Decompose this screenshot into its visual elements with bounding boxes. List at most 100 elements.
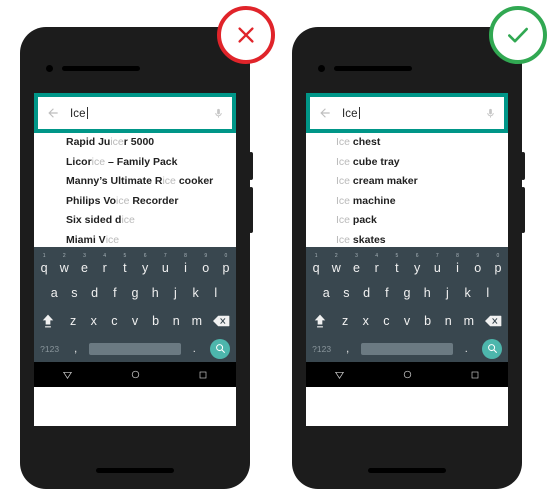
key-y[interactable]: 6y	[135, 253, 155, 275]
key-u[interactable]: 7u	[155, 253, 175, 275]
phone-side-button-volume[interactable]	[521, 152, 525, 180]
key-k[interactable]: k	[458, 286, 478, 300]
back-nav-icon[interactable]	[62, 369, 73, 380]
key-t[interactable]: 5t	[115, 253, 135, 275]
key-z[interactable]: z	[63, 314, 84, 328]
key-i[interactable]: 8i	[447, 253, 467, 275]
phone-side-button-volume[interactable]	[249, 152, 253, 180]
list-item[interactable]: Ice chest	[306, 133, 508, 153]
symbols-key[interactable]: ?123	[306, 344, 337, 354]
period-key[interactable]: .	[184, 343, 205, 355]
back-arrow-icon[interactable]	[318, 106, 332, 120]
list-item[interactable]: Ice machine	[306, 192, 508, 212]
list-item[interactable]: Six sided dice	[34, 211, 236, 231]
space-key[interactable]	[89, 342, 181, 355]
list-item[interactable]: Ice skates	[306, 231, 508, 248]
list-item[interactable]: Licorice – Family Pack	[34, 153, 236, 173]
search-action-key[interactable]	[477, 338, 508, 359]
key-o[interactable]: 9o	[196, 253, 216, 275]
space-key[interactable]	[361, 342, 453, 355]
key-o[interactable]: 9o	[468, 253, 488, 275]
key-s[interactable]: s	[336, 286, 356, 300]
list-item[interactable]: Philips Voice Recorder	[34, 192, 236, 212]
key-e[interactable]: 3e	[346, 253, 366, 275]
key-m[interactable]: m	[459, 314, 480, 328]
comma-key[interactable]: ,	[337, 343, 358, 355]
key-e[interactable]: 3e	[74, 253, 94, 275]
on-screen-keyboard[interactable]: 1q 2w 3e 4r 5t 6y 7u 8i 9o 0p a s d f g …	[306, 247, 508, 362]
comma-key[interactable]: ,	[65, 343, 86, 355]
key-k[interactable]: k	[186, 286, 206, 300]
period-key[interactable]: .	[456, 343, 477, 355]
key-q[interactable]: 1q	[306, 253, 326, 275]
earpiece-speaker	[334, 66, 412, 71]
key-g[interactable]: g	[397, 286, 417, 300]
list-item[interactable]: Ice cube tray	[306, 153, 508, 173]
key-w[interactable]: 2w	[326, 253, 346, 275]
backspace-key[interactable]	[479, 315, 508, 327]
shift-key[interactable]	[306, 313, 335, 329]
key-g[interactable]: g	[125, 286, 145, 300]
key-f[interactable]: f	[377, 286, 397, 300]
list-item[interactable]: Manny’s Ultimate Rice cooker	[34, 172, 236, 192]
key-a[interactable]: a	[316, 286, 336, 300]
key-d[interactable]: d	[357, 286, 377, 300]
microphone-icon[interactable]	[213, 106, 224, 121]
key-p[interactable]: 0p	[216, 253, 236, 275]
list-item[interactable]: Ice pack	[306, 211, 508, 231]
key-s[interactable]: s	[64, 286, 84, 300]
recents-nav-icon[interactable]	[470, 370, 480, 380]
phone-side-button-power[interactable]	[521, 187, 525, 233]
key-h[interactable]: h	[145, 286, 165, 300]
key-z[interactable]: z	[335, 314, 356, 328]
key-l[interactable]: l	[206, 286, 226, 300]
search-field[interactable]: Ice	[310, 97, 504, 129]
key-n[interactable]: n	[438, 314, 459, 328]
key-i[interactable]: 8i	[175, 253, 195, 275]
key-b[interactable]: b	[417, 314, 438, 328]
back-nav-icon[interactable]	[334, 369, 345, 380]
key-j[interactable]: j	[437, 286, 457, 300]
shift-key[interactable]	[34, 313, 63, 329]
key-f[interactable]: f	[105, 286, 125, 300]
backspace-key[interactable]	[207, 315, 236, 327]
key-r[interactable]: 4r	[367, 253, 387, 275]
recents-nav-icon[interactable]	[198, 370, 208, 380]
key-j[interactable]: j	[165, 286, 185, 300]
key-v[interactable]: v	[125, 314, 146, 328]
phone-mockup-correct: Ice Ice chest Ice cube tray Ice cream ma…	[292, 27, 525, 489]
key-y[interactable]: 6y	[407, 253, 427, 275]
search-action-key[interactable]	[205, 338, 236, 359]
key-t[interactable]: 5t	[387, 253, 407, 275]
search-field[interactable]: Ice	[38, 97, 232, 129]
key-m[interactable]: m	[187, 314, 208, 328]
list-item[interactable]: Miami Vice	[34, 231, 236, 248]
key-d[interactable]: d	[85, 286, 105, 300]
key-b[interactable]: b	[145, 314, 166, 328]
key-n[interactable]: n	[166, 314, 187, 328]
key-x[interactable]: x	[83, 314, 104, 328]
on-screen-keyboard[interactable]: 1q 2w 3e 4r 5t 6y 7u 8i 9o 0p a s d f g …	[34, 247, 236, 362]
close-icon	[238, 27, 254, 43]
key-r[interactable]: 4r	[95, 253, 115, 275]
back-arrow-icon[interactable]	[46, 106, 60, 120]
microphone-icon[interactable]	[485, 106, 496, 121]
home-nav-icon[interactable]	[402, 369, 413, 380]
list-item[interactable]: Rapid Juicer 5000	[34, 133, 236, 153]
key-a[interactable]: a	[44, 286, 64, 300]
key-q[interactable]: 1q	[34, 253, 54, 275]
phone-side-button-power[interactable]	[249, 187, 253, 233]
list-item[interactable]: Ice cream maker	[306, 172, 508, 192]
key-c[interactable]: c	[376, 314, 397, 328]
key-x[interactable]: x	[355, 314, 376, 328]
key-c[interactable]: c	[104, 314, 125, 328]
key-p[interactable]: 0p	[488, 253, 508, 275]
key-u[interactable]: 7u	[427, 253, 447, 275]
suggestion-prefix: Rapid Ju	[66, 136, 111, 148]
key-l[interactable]: l	[478, 286, 498, 300]
home-nav-icon[interactable]	[130, 369, 141, 380]
symbols-key[interactable]: ?123	[34, 344, 65, 354]
key-v[interactable]: v	[397, 314, 418, 328]
key-w[interactable]: 2w	[54, 253, 74, 275]
key-h[interactable]: h	[417, 286, 437, 300]
